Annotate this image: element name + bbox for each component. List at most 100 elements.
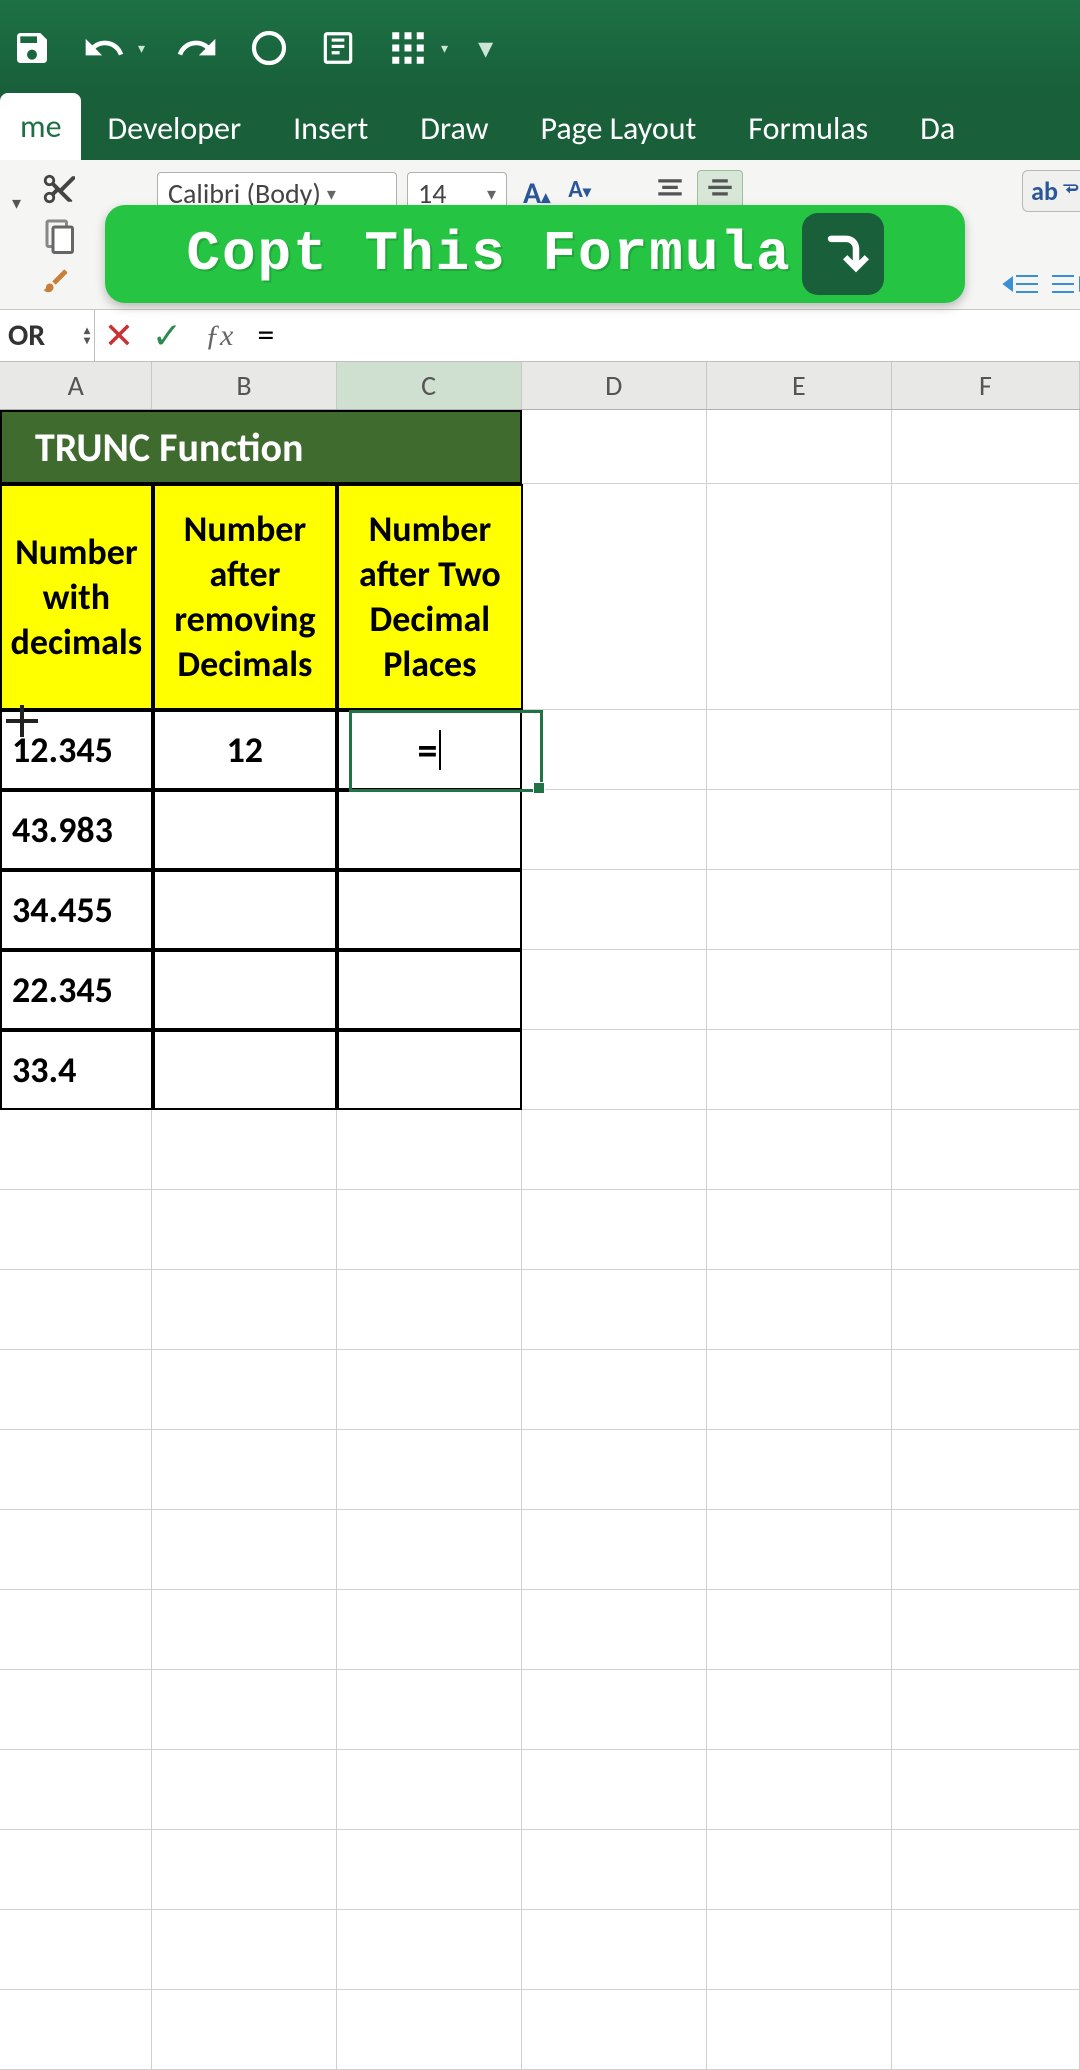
cell[interactable] [337,1430,522,1510]
format-painter-button[interactable] [39,264,79,298]
cell[interactable] [707,950,892,1030]
cell[interactable] [0,1110,152,1190]
cell[interactable] [892,1830,1080,1910]
cell[interactable] [152,1910,336,1990]
cell[interactable] [522,710,707,790]
cell[interactable] [152,1190,336,1270]
cell[interactable] [0,1350,152,1430]
tab-data[interactable]: Da [894,97,981,160]
customize-dropdown[interactable]: ▾ [478,30,493,67]
cell[interactable] [337,1190,522,1270]
cell[interactable] [337,1670,522,1750]
cell[interactable] [152,1590,336,1670]
cell[interactable] [892,1270,1080,1350]
formula-enter-button[interactable]: ✓ [143,314,191,358]
tab-developer[interactable]: Developer [81,97,267,160]
cell[interactable] [0,1830,152,1910]
cell[interactable] [337,1510,522,1590]
cell[interactable] [892,1750,1080,1830]
cell[interactable] [0,1190,152,1270]
header-cell-C[interactable]: Number after Two Decimal Places [337,484,522,710]
cell[interactable] [152,1750,336,1830]
copy-button[interactable] [39,214,79,258]
cell[interactable]: 33.4 [0,1030,153,1110]
cell[interactable] [892,410,1080,484]
save-button[interactable] [12,28,52,68]
cell[interactable] [0,1670,152,1750]
header-cell-A[interactable]: Number with decimals [0,484,153,710]
cell[interactable] [337,790,522,870]
cell[interactable] [337,1990,522,2070]
cell[interactable] [707,710,892,790]
cell[interactable] [337,1830,522,1910]
cell[interactable] [892,790,1080,870]
sheet-icon[interactable] [319,29,357,67]
cell[interactable] [337,1590,522,1670]
cell[interactable] [152,1990,336,2070]
cell[interactable] [707,1990,892,2070]
cell[interactable] [337,1350,522,1430]
header-cell-B[interactable]: Number after removing Decimals [153,484,337,710]
cell[interactable] [0,1910,152,1990]
cell[interactable] [0,1270,152,1350]
cell[interactable] [707,1830,892,1910]
cell[interactable] [337,1030,522,1110]
cell[interactable] [522,1430,707,1510]
cut-button[interactable] [39,170,79,208]
cell[interactable] [152,1830,336,1910]
cell[interactable] [892,484,1080,710]
cell[interactable] [892,1190,1080,1270]
cell[interactable] [523,484,708,710]
cell[interactable] [707,1270,892,1350]
grid-icon[interactable] [387,27,429,69]
cell[interactable] [892,1430,1080,1510]
cell[interactable] [522,1910,707,1990]
refresh-button[interactable] [249,28,289,68]
grid-dropdown[interactable]: ▾ [441,40,448,57]
cell[interactable] [522,870,707,950]
cell[interactable] [153,1030,337,1110]
tab-page-layout[interactable]: Page Layout [514,97,722,160]
cell[interactable] [0,1510,152,1590]
increase-indent-button[interactable] [1050,270,1080,302]
cell[interactable] [892,1510,1080,1590]
cell[interactable] [337,950,522,1030]
cell[interactable] [892,1910,1080,1990]
col-header-F[interactable]: F [892,362,1080,409]
cell[interactable] [707,1350,892,1430]
col-header-E[interactable]: E [707,362,892,409]
cell[interactable] [892,950,1080,1030]
cell[interactable] [522,1670,707,1750]
cell[interactable] [522,1510,707,1590]
cell[interactable] [707,1030,892,1110]
cell[interactable] [892,1590,1080,1670]
cell[interactable] [522,1030,707,1110]
cell[interactable] [892,1990,1080,2070]
cell[interactable] [892,1030,1080,1110]
tab-draw[interactable]: Draw [394,97,514,160]
col-header-A[interactable]: A [0,362,152,409]
cell[interactable] [337,1270,522,1350]
formula-input[interactable] [247,315,1080,356]
cell[interactable] [522,1830,707,1910]
cell[interactable] [337,1110,522,1190]
cell[interactable] [522,1590,707,1670]
cell[interactable] [153,870,337,950]
cell[interactable]: 43.983 [0,790,153,870]
cell[interactable] [153,790,337,870]
title-cell[interactable]: TRUNC Function [0,410,337,484]
cell[interactable] [522,1990,707,2070]
cell[interactable] [707,870,892,950]
decrease-indent-button[interactable] [1002,270,1042,302]
cell[interactable] [0,1750,152,1830]
cell[interactable] [707,1190,892,1270]
tab-insert[interactable]: Insert [267,97,394,160]
cell[interactable]: 12 [153,710,337,790]
cell[interactable] [892,1670,1080,1750]
fx-button[interactable]: ƒx [191,319,247,353]
cell[interactable] [152,1510,336,1590]
cell[interactable] [892,870,1080,950]
redo-button[interactable] [175,26,219,70]
cell[interactable]: 12.345 [0,710,153,790]
cell[interactable] [522,1110,707,1190]
